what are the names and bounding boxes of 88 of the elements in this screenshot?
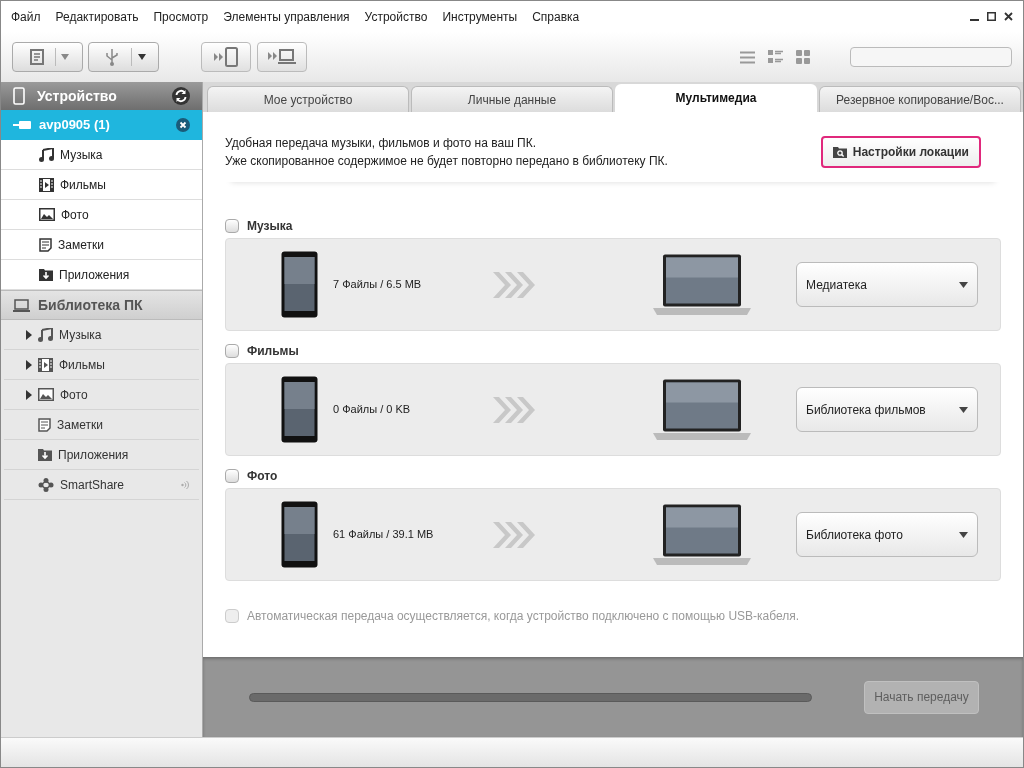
caret-icon <box>959 281 968 288</box>
menu-item[interactable]: Редактировать <box>55 7 139 26</box>
phone-drawing <box>281 376 318 443</box>
section-title: Устройство <box>37 86 117 106</box>
note-icon <box>39 237 52 252</box>
note-icon <box>38 417 51 432</box>
sidebar-item[interactable]: Заметки <box>1 230 202 260</box>
film-icon <box>38 357 53 372</box>
tab[interactable]: Мультимедиа <box>615 84 817 112</box>
usb-icon <box>105 48 119 66</box>
laptop-icon <box>13 298 30 312</box>
sidebar-item[interactable]: Приложения <box>4 440 199 470</box>
network-nodes-icon <box>38 477 54 492</box>
signal-waves-icon <box>181 479 189 490</box>
maximize-icon[interactable] <box>987 12 996 21</box>
film-icon <box>39 177 54 192</box>
menu-item[interactable]: Просмотр <box>153 7 209 26</box>
file-count: 7 Файлы / 6.5 MB <box>333 277 423 293</box>
chevron-arrows-icon <box>493 521 535 548</box>
sidebar-item[interactable]: SmartShare <box>4 470 199 500</box>
grid-view-icon[interactable] <box>796 50 810 64</box>
expand-arrow-icon[interactable] <box>26 359 32 370</box>
sidebar-item[interactable]: Фильмы <box>4 350 199 380</box>
description-text: Уже скопированное содержимое не будет повторно передано в библиотеку ПК. <box>225 153 668 170</box>
menu-item[interactable]: Справка <box>532 7 580 26</box>
refresh-icon[interactable] <box>172 87 190 105</box>
disconnect-icon[interactable] <box>176 118 190 132</box>
detail-view-icon[interactable] <box>768 50 783 64</box>
category-label: Фото <box>247 468 278 485</box>
arrows-to-phone-icon <box>213 47 239 67</box>
category-checkbox[interactable] <box>225 469 239 483</box>
sidebar-item[interactable]: Фильмы <box>1 170 202 200</box>
music-note-icon <box>38 327 53 342</box>
download-folder-icon <box>38 448 52 461</box>
download-folder-icon <box>39 268 53 281</box>
close-icon[interactable] <box>1004 12 1013 21</box>
plug-icon <box>13 120 33 130</box>
sidebar-item[interactable]: Заметки <box>4 410 199 440</box>
caret-icon <box>138 54 146 60</box>
sidebar-item[interactable]: Фото <box>1 200 202 230</box>
phone-drawing <box>281 251 318 318</box>
category-checkbox[interactable] <box>225 219 239 233</box>
sidebar-item[interactable]: Музыка <box>4 320 199 350</box>
list-view-icon[interactable] <box>740 50 755 64</box>
transfer-to-pc-button[interactable] <box>257 42 307 72</box>
expand-arrow-icon[interactable] <box>26 329 32 340</box>
destination-dropdown[interactable]: Медиатека <box>796 262 978 307</box>
caret-icon <box>61 54 69 60</box>
category-label: Фильмы <box>247 343 299 360</box>
phone-icon <box>13 87 25 105</box>
notes-icon <box>29 49 45 65</box>
menu-item[interactable]: Устройство <box>364 7 428 26</box>
device-section-header[interactable]: Устройство <box>1 82 202 110</box>
location-settings-button[interactable]: Настройки локации <box>820 136 981 168</box>
usb-dropdown-button[interactable] <box>88 42 159 72</box>
picture-icon <box>38 388 54 401</box>
menu-item[interactable]: Инструменты <box>442 7 518 26</box>
menu-item[interactable]: Файл <box>11 7 41 26</box>
library-section-header[interactable]: Библиотека ПК <box>1 290 202 320</box>
category-label: Музыка <box>247 218 293 235</box>
picture-icon <box>39 208 55 221</box>
caret-icon <box>959 406 968 413</box>
caret-icon <box>959 531 968 538</box>
tab[interactable]: Резервное копирование/Вос... <box>819 86 1021 112</box>
notes-dropdown-button[interactable] <box>12 42 83 72</box>
search-field[interactable] <box>850 47 1012 67</box>
file-count: 61 Файлы / 39.1 MB <box>333 527 435 543</box>
tab[interactable]: Личные данные <box>411 86 613 112</box>
destination-dropdown[interactable]: Библиотека фильмов <box>796 387 978 432</box>
chevron-arrows-icon <box>493 271 535 298</box>
expand-arrow-icon[interactable] <box>26 389 32 400</box>
tab[interactable]: Мое устройство <box>207 86 409 112</box>
music-note-icon <box>39 147 54 162</box>
destination-dropdown[interactable]: Библиотека фото <box>796 512 978 557</box>
transfer-to-phone-button[interactable] <box>201 42 251 72</box>
description-text: Удобная передача музыки, фильмов и фото на ваш ПК. <box>225 135 538 152</box>
file-count: 0 Файлы / 0 KB <box>333 402 412 418</box>
arrows-to-laptop-icon <box>267 48 297 66</box>
folder-search-icon <box>832 146 847 158</box>
phone-drawing <box>281 501 318 568</box>
sidebar-item[interactable]: Музыка <box>1 140 202 170</box>
chevron-arrows-icon <box>493 396 535 423</box>
category-checkbox[interactable] <box>225 344 239 358</box>
auto-transfer-label: Автоматическая передача осуществляется, когда устройство подключено с помощью USB-кабеля. <box>247 608 800 625</box>
sidebar-item[interactable]: Фото <box>4 380 199 410</box>
device-name: avp0905 (1) <box>39 116 110 135</box>
section-title: Библиотека ПК <box>38 295 143 315</box>
menu-item[interactable]: Элементы управления <box>223 7 350 26</box>
